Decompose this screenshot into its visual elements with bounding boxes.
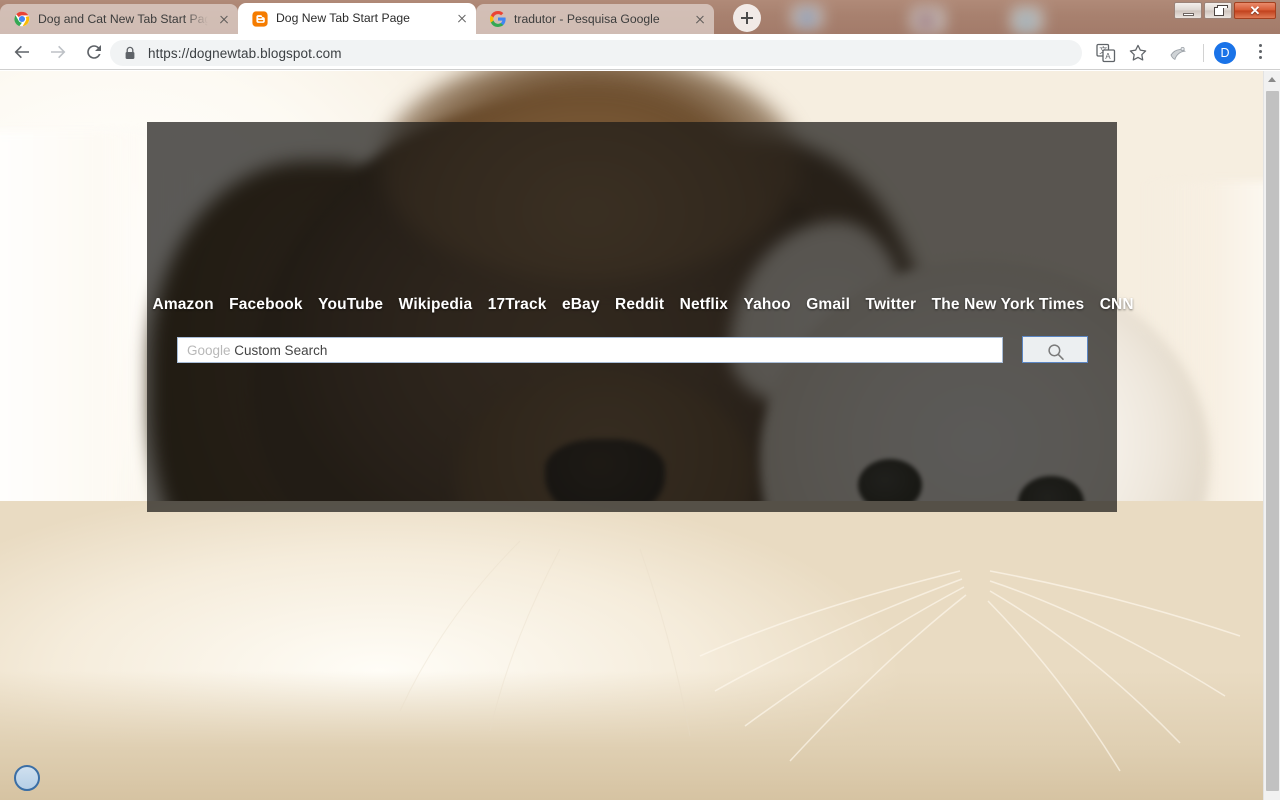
search-placeholder-rest: Custom Search xyxy=(230,342,328,358)
close-window-button[interactable]: ✕ xyxy=(1234,2,1276,19)
quick-link-17track[interactable]: 17Track xyxy=(488,296,547,313)
toolbar-divider xyxy=(1203,44,1204,62)
three-dot-menu-icon[interactable] xyxy=(1252,44,1268,62)
quick-link-ebay[interactable]: eBay xyxy=(562,296,600,313)
search-placeholder-brand: Google xyxy=(187,342,231,358)
quick-link-nytimes[interactable]: The New York Times xyxy=(932,296,1085,313)
extension-icon[interactable] xyxy=(1168,43,1188,63)
google-g-icon xyxy=(489,10,506,28)
browser-window: Dog and Cat New Tab Start Page Dog New T… xyxy=(0,0,1280,800)
quick-link-amazon[interactable]: Amazon xyxy=(153,296,214,313)
blogger-icon xyxy=(252,10,268,27)
close-icon[interactable] xyxy=(216,11,232,27)
chrome-multicolor-icon xyxy=(14,11,30,27)
quick-link-youtube[interactable]: YouTube xyxy=(318,296,383,313)
close-icon[interactable] xyxy=(454,11,470,27)
quick-link-facebook[interactable]: Facebook xyxy=(229,296,303,313)
tab-strip: Dog and Cat New Tab Start Page Dog New T… xyxy=(0,0,1280,34)
theme-artwork xyxy=(800,10,814,26)
theme-artwork xyxy=(1018,12,1034,32)
tab-title: tradutor - Pesquisa Google xyxy=(514,11,660,26)
back-button[interactable] xyxy=(8,38,36,66)
search-placeholder: Google Custom Search xyxy=(187,343,327,358)
search-icon xyxy=(1048,344,1064,360)
quick-link-cnn[interactable]: CNN xyxy=(1100,296,1134,313)
browser-tab-3[interactable]: tradutor - Pesquisa Google xyxy=(476,4,714,34)
browser-tab-1[interactable]: Dog and Cat New Tab Start Page xyxy=(0,4,238,34)
vertical-scroll-thumb[interactable] xyxy=(1266,91,1279,791)
search-button[interactable] xyxy=(1022,336,1088,363)
search-input[interactable]: Google Custom Search xyxy=(177,337,1003,363)
browser-toolbar: https://dognewtab.blogspot.com 文 A D xyxy=(0,34,1280,70)
quick-link-netflix[interactable]: Netflix xyxy=(680,296,728,313)
reload-button[interactable] xyxy=(80,38,108,66)
tab-title: Dog New Tab Start Page xyxy=(276,11,410,25)
tab-list: Dog and Cat New Tab Start Page Dog New T… xyxy=(0,0,714,34)
close-icon[interactable] xyxy=(692,11,708,27)
start-page-panel: Amazon Facebook YouTube Wikipedia 17Trac… xyxy=(147,122,1134,512)
star-icon[interactable] xyxy=(1128,43,1148,63)
quick-link-twitter[interactable]: Twitter xyxy=(866,296,917,313)
url-text: https://dognewtab.blogspot.com xyxy=(148,45,342,61)
lock-icon xyxy=(124,46,136,60)
forward-button[interactable] xyxy=(44,38,72,66)
chat-bubble-icon[interactable] xyxy=(14,765,40,791)
chevron-up-icon[interactable] xyxy=(1264,71,1280,88)
quick-link-wikipedia[interactable]: Wikipedia xyxy=(399,296,473,313)
quick-link-yahoo[interactable]: Yahoo xyxy=(744,296,791,313)
quick-link-reddit[interactable]: Reddit xyxy=(615,296,664,313)
address-bar[interactable]: https://dognewtab.blogspot.com xyxy=(110,40,1082,66)
window-controls: ✕ xyxy=(1174,2,1276,19)
search-row: Google Custom Search xyxy=(177,336,1088,363)
page-viewport: Amazon Facebook YouTube Wikipedia 17Trac… xyxy=(0,71,1280,800)
minimize-button[interactable] xyxy=(1174,2,1202,19)
vertical-scrollbar[interactable] xyxy=(1263,71,1280,800)
tab-title: Dog and Cat New Tab Start Page xyxy=(38,11,208,26)
browser-tab-2[interactable]: Dog New Tab Start Page xyxy=(238,3,476,34)
quick-links-row: Amazon Facebook YouTube Wikipedia 17Trac… xyxy=(147,296,1134,314)
maximize-restore-button[interactable] xyxy=(1204,2,1232,19)
profile-avatar[interactable]: D xyxy=(1214,42,1236,64)
svg-text:A: A xyxy=(1105,52,1111,61)
new-tab-button[interactable] xyxy=(733,4,761,32)
quick-link-gmail[interactable]: Gmail xyxy=(806,296,850,313)
translate-icon[interactable]: 文 A xyxy=(1096,43,1116,63)
theme-artwork xyxy=(918,12,934,30)
